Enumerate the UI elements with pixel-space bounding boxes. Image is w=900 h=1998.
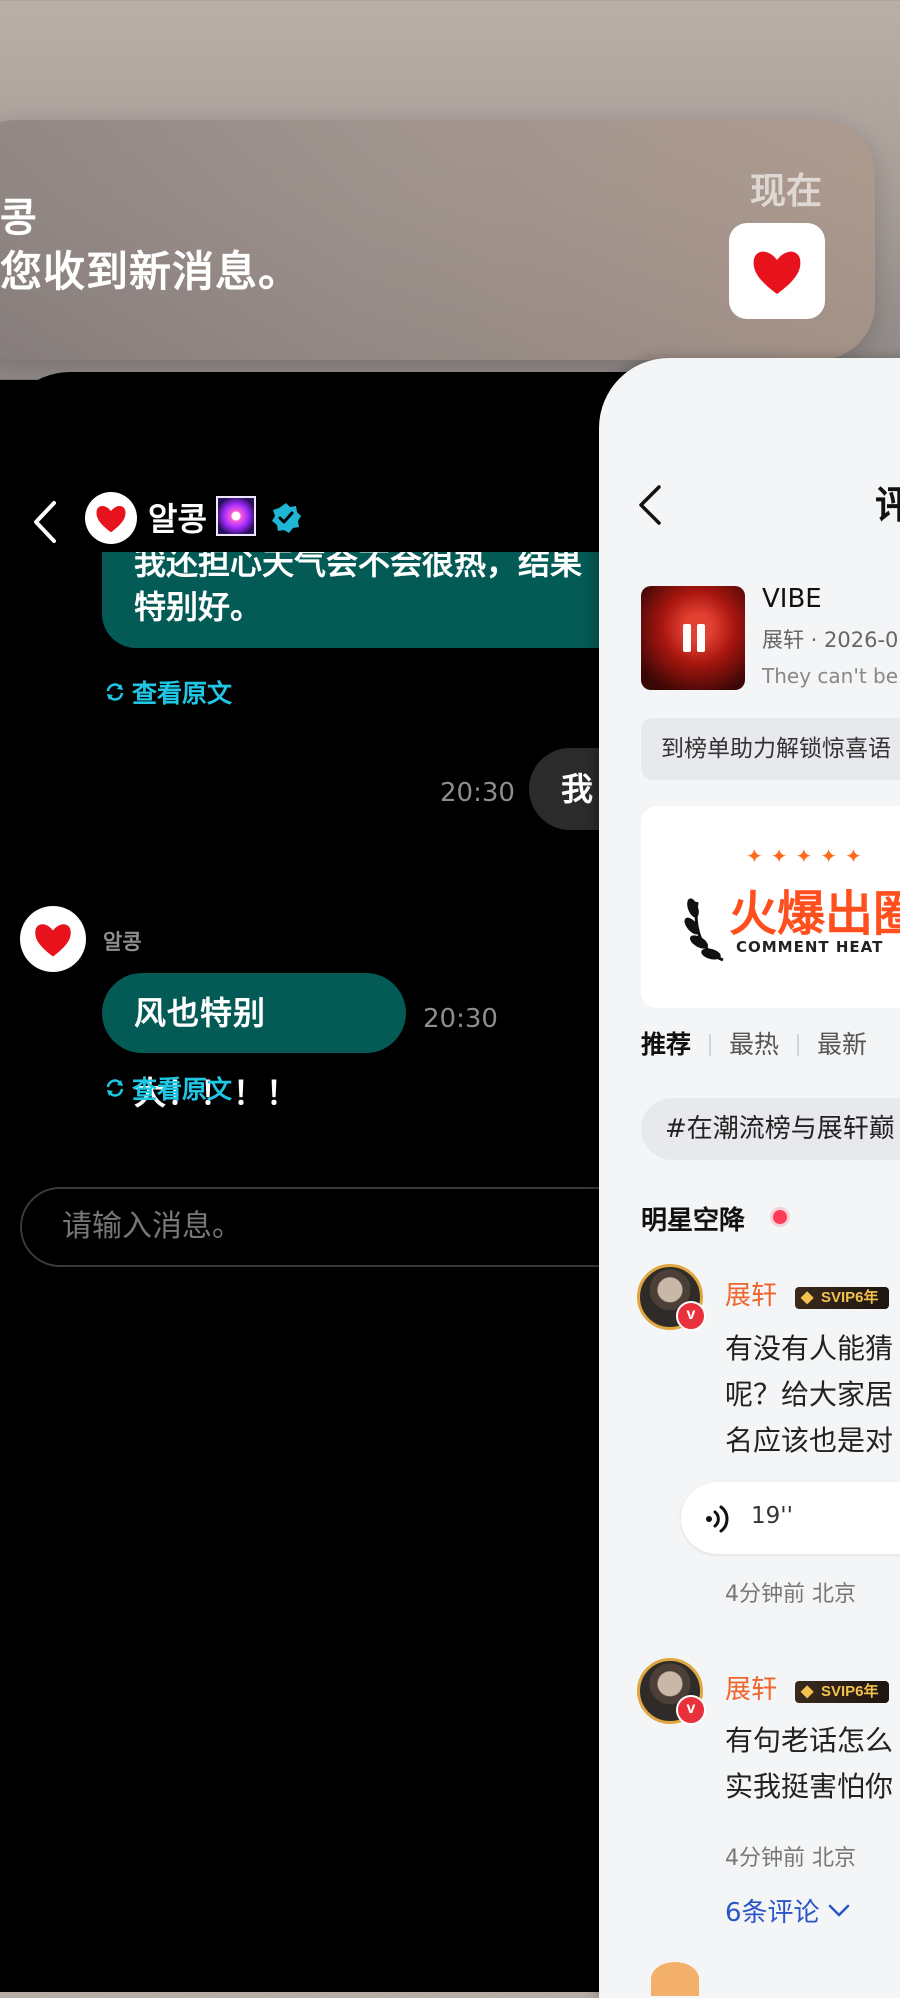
- comment-meta: 4分钟前 北京: [725, 1846, 856, 1871]
- tab-recommended[interactable]: 推荐: [641, 1032, 709, 1057]
- message-time: 20:30: [423, 1004, 498, 1034]
- svip-badge: SVIP6年: [795, 1287, 889, 1309]
- red-heart-icon: [35, 924, 71, 957]
- comment-tabs: 推荐 最热 最新: [641, 1032, 885, 1057]
- tab-hottest[interactable]: 最热: [709, 1032, 797, 1057]
- song-cover[interactable]: [641, 586, 745, 690]
- comment-text: 呢？给大家居: [725, 1378, 894, 1411]
- view-original-label: 查看原文: [132, 679, 233, 708]
- chat-panel: 알콩 我还担心天气会不会很热，结果 特别好。 查看原文 20:30 我 알콩 风…: [0, 372, 709, 1992]
- tab-newest[interactable]: 最新: [797, 1032, 885, 1057]
- chevron-down-icon: [828, 1904, 849, 1917]
- message-time: 20:30: [440, 778, 515, 808]
- comment-text: 名应该也是对: [725, 1424, 894, 1457]
- comment-heat-banner[interactable]: ✦✦✦✦✦ 火爆出圈 COMMENT HEAT: [641, 806, 900, 1008]
- incoming-message-bubble[interactable]: 我还担心天气会不会很热，结果 特别好。: [102, 552, 662, 648]
- comment-text: 有句老话怎么: [725, 1724, 894, 1757]
- contact-avatar[interactable]: [20, 906, 86, 972]
- view-original-link[interactable]: 查看原文: [104, 674, 232, 710]
- notification-sender: 콩: [0, 195, 37, 241]
- expand-replies-link[interactable]: 6条评论: [725, 1892, 850, 1929]
- page-title: 评: [875, 483, 900, 527]
- sender-name: 알콩: [103, 930, 142, 954]
- translate-icon: [106, 1079, 124, 1097]
- banner-stars: ✦✦✦✦✦: [746, 844, 870, 868]
- firework-emoji-icon: [216, 496, 256, 536]
- view-original-link[interactable]: 查看原文: [104, 1070, 232, 1106]
- notification-time: 现在: [749, 171, 822, 212]
- message-line: 特别好。: [134, 588, 263, 626]
- topic-chip[interactable]: #在潮流榜与展轩巅: [641, 1098, 900, 1160]
- expand-replies-label: 6条评论: [725, 1898, 820, 1928]
- incoming-message-bubble[interactable]: 风也特别大！！！！: [102, 973, 406, 1112]
- voice-duration: 19'': [751, 1503, 793, 1529]
- laurel-icon: [684, 898, 724, 962]
- back-arrow-icon[interactable]: [637, 483, 663, 527]
- section-title: 明星空降: [641, 1206, 746, 1236]
- commenter-name[interactable]: 展轩: [725, 1275, 777, 1312]
- shiba-avatar[interactable]: [651, 1962, 699, 1996]
- v-badge-icon: v: [676, 1695, 706, 1725]
- message-input[interactable]: 请输入消息。: [20, 1187, 700, 1267]
- voice-wave-icon: [706, 1505, 729, 1533]
- comment-text: 有没有人能猜: [725, 1332, 894, 1365]
- v-badge-icon: v: [676, 1301, 706, 1331]
- back-arrow-icon[interactable]: [30, 497, 60, 547]
- voice-message[interactable]: 19'': [681, 1482, 900, 1554]
- contact-avatar[interactable]: [85, 492, 137, 544]
- banner-subtitle: COMMENT HEAT: [736, 938, 884, 956]
- song-description: They can't be: [762, 664, 899, 688]
- banner-title: 火爆出圈: [729, 886, 900, 942]
- commenter-avatar[interactable]: v: [637, 1658, 706, 1725]
- comment-meta: 4分钟前 北京: [725, 1582, 856, 1607]
- svip-badge: SVIP6年: [795, 1681, 889, 1703]
- message-line: 我还担心天气会不会很热，结果: [134, 552, 583, 582]
- comments-panel: 评 VIBE 展轩 · 2026-0 They can't be 到榜单助力解锁…: [599, 358, 900, 1998]
- song-meta: 展轩 · 2026-0: [762, 628, 899, 652]
- translate-icon: [106, 683, 124, 701]
- song-title[interactable]: VIBE: [762, 584, 822, 614]
- commenter-name[interactable]: 展轩: [725, 1669, 777, 1706]
- contact-name[interactable]: 알콩: [148, 494, 207, 540]
- red-heart-icon: [729, 223, 825, 319]
- pause-icon[interactable]: [683, 624, 691, 652]
- pause-icon[interactable]: [697, 624, 705, 652]
- notification-message: 您收到新消息。: [0, 247, 302, 296]
- verified-badge-icon: [272, 503, 301, 533]
- comment-text: 实我挺害怕你: [725, 1770, 894, 1803]
- live-dot-icon: [773, 1210, 787, 1224]
- commenter-avatar[interactable]: v: [637, 1264, 706, 1331]
- red-heart-icon: [96, 505, 126, 533]
- promo-bar[interactable]: 到榜单助力解锁惊喜语: [641, 718, 900, 780]
- view-original-label: 查看原文: [132, 1075, 233, 1104]
